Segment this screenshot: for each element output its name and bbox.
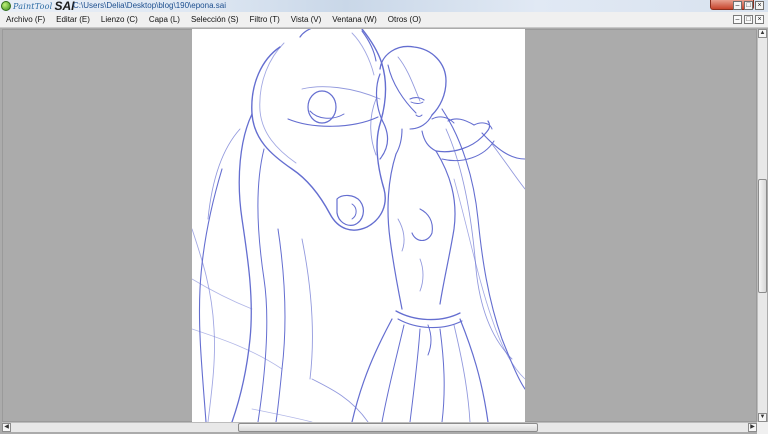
vertical-scrollbar[interactable]: ▲ ▼ — [757, 29, 767, 422]
sketch-artwork — [192, 29, 525, 422]
menu-lienzo[interactable]: Lienzo (C) — [101, 14, 138, 25]
title-bar: PaintTool SAI C:\Users\Delia\Desktop\blo… — [0, 0, 768, 13]
scroll-down-button[interactable]: ▼ — [758, 413, 767, 422]
document-window-buttons: – □ × — [733, 15, 764, 24]
paint-tool-sai-window: PaintTool SAI C:\Users\Delia\Desktop\blo… — [0, 0, 768, 434]
logo-painttool-text: PaintTool — [13, 1, 53, 11]
menu-vista[interactable]: Vista (V) — [291, 14, 322, 25]
menu-seleccion[interactable]: Selección (S) — [191, 14, 239, 25]
maximize-button[interactable]: □ — [744, 1, 753, 10]
scroll-left-button[interactable]: ◀ — [2, 423, 11, 432]
menu-list: Archivo (F) Editar (E) Lienzo (C) Capa (… — [6, 14, 432, 25]
app-logo: PaintTool SAI — [1, 0, 74, 13]
window-title: C:\Users\Delia\Desktop\blog\190\epona.sa… — [73, 1, 226, 10]
menu-otros[interactable]: Otros (O) — [388, 14, 421, 25]
vertical-scroll-thumb[interactable] — [758, 179, 767, 293]
menu-archivo[interactable]: Archivo (F) — [6, 14, 45, 25]
menu-ventana[interactable]: Ventana (W) — [332, 14, 376, 25]
horizontal-scrollbar[interactable]: ◀ ▶ — [2, 422, 757, 432]
menu-bar: Archivo (F) Editar (E) Lienzo (C) Capa (… — [0, 12, 768, 28]
scroll-up-button[interactable]: ▲ — [758, 29, 767, 38]
drawing-canvas[interactable] — [192, 29, 525, 422]
scrollbar-corner — [757, 422, 768, 434]
minimize-button[interactable]: – — [733, 1, 742, 10]
doc-close-button[interactable]: × — [755, 15, 764, 24]
window-control-buttons: – □ × — [733, 1, 764, 10]
menu-editar[interactable]: Editar (E) — [56, 14, 90, 25]
doc-minimize-button[interactable]: – — [733, 15, 742, 24]
scroll-right-button[interactable]: ▶ — [748, 423, 757, 432]
logo-icon — [1, 1, 11, 11]
menu-filtro[interactable]: Filtro (T) — [250, 14, 280, 25]
horizontal-scroll-thumb[interactable] — [238, 423, 538, 432]
doc-restore-button[interactable]: □ — [744, 15, 753, 24]
menu-capa[interactable]: Capa (L) — [149, 14, 180, 25]
close-button[interactable]: × — [755, 1, 764, 10]
